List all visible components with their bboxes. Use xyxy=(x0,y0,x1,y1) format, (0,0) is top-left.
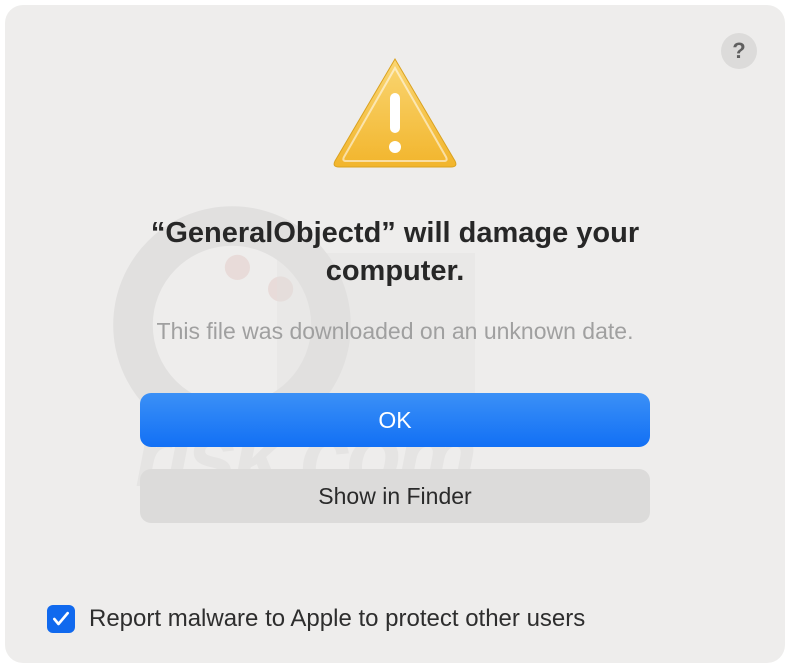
ok-button[interactable]: OK xyxy=(140,393,650,447)
report-malware-checkbox[interactable] xyxy=(47,605,75,633)
dialog-content: “GeneralObjectd” will damage your comput… xyxy=(45,55,745,523)
warning-icon xyxy=(330,55,460,170)
help-button[interactable]: ? xyxy=(721,33,757,69)
checkmark-icon xyxy=(51,609,71,629)
show-in-finder-button[interactable]: Show in Finder xyxy=(140,469,650,523)
dialog-title: “GeneralObjectd” will damage your comput… xyxy=(115,215,675,290)
alert-dialog: risk.com ? “GeneralObjectd” will damage … xyxy=(5,5,785,663)
dialog-subtitle: This file was downloaded on an unknown d… xyxy=(157,318,634,345)
report-malware-row: Report malware to Apple to protect other… xyxy=(47,605,585,633)
report-malware-label: Report malware to Apple to protect other… xyxy=(89,605,585,633)
help-icon: ? xyxy=(732,38,745,64)
